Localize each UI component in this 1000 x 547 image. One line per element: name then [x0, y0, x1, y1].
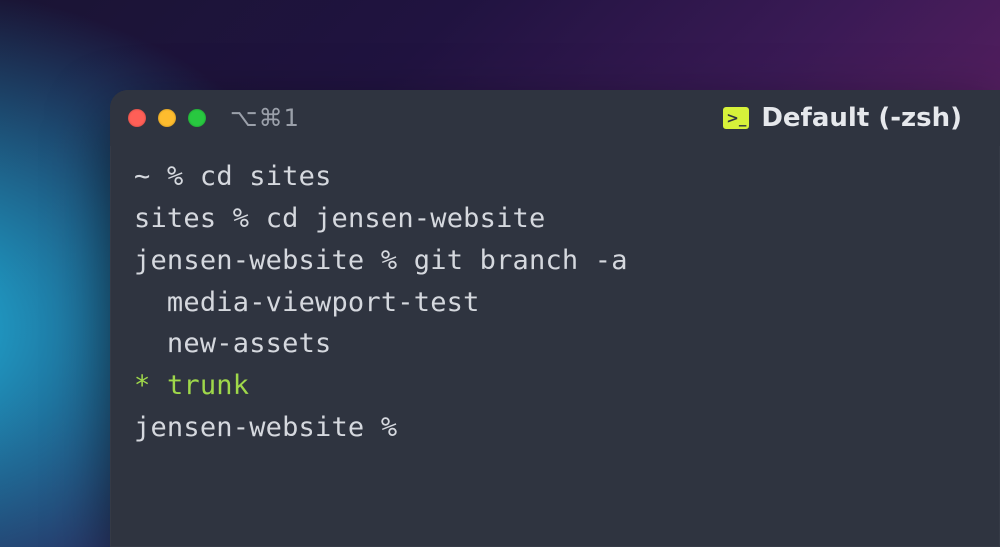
prompt-cwd: sites	[134, 203, 216, 234]
command-text: git branch -a	[414, 245, 628, 276]
terminal-profile-indicator[interactable]: >_ Default (-zsh)	[723, 103, 982, 133]
prompt-line: jensen-website % git branch -a	[134, 240, 976, 282]
minimize-button[interactable]	[158, 109, 176, 127]
prompt-line: sites % cd jensen-website	[134, 198, 976, 240]
current-branch-name: trunk	[167, 370, 249, 401]
close-button[interactable]	[128, 109, 146, 127]
prompt-cwd: jensen-website	[134, 245, 364, 276]
prompt-symbol: %	[381, 245, 397, 276]
prompt-line: ~ % cd sites	[134, 156, 976, 198]
prompt-cwd: jensen-website	[134, 412, 364, 443]
prompt-symbol: %	[233, 203, 249, 234]
branch-line: new-assets	[134, 323, 976, 365]
branch-name: new-assets	[167, 328, 332, 359]
command-text: cd sites	[200, 161, 332, 192]
current-branch-marker: *	[134, 370, 150, 401]
tab-shortcut-label: ⌥⌘1	[230, 104, 300, 132]
current-branch-line: * trunk	[134, 365, 976, 407]
window-titlebar[interactable]: ⌥⌘1 >_ Default (-zsh)	[110, 90, 1000, 146]
terminal-window[interactable]: ⌥⌘1 >_ Default (-zsh) ~ % cd sites sites…	[110, 90, 1000, 547]
profile-label: Default (-zsh)	[761, 103, 962, 133]
desktop-background: ⌥⌘1 >_ Default (-zsh) ~ % cd sites sites…	[0, 0, 1000, 547]
prompt-cwd: ~	[134, 161, 150, 192]
terminal-icon: >_	[723, 107, 749, 129]
prompt-symbol: %	[167, 161, 183, 192]
zoom-button[interactable]	[188, 109, 206, 127]
prompt-line: jensen-website %	[134, 407, 976, 449]
terminal-output[interactable]: ~ % cd sites sites % cd jensen-website j…	[110, 146, 1000, 473]
branch-line: media-viewport-test	[134, 282, 976, 324]
window-controls	[128, 109, 206, 127]
prompt-symbol: %	[381, 412, 397, 443]
command-text: cd jensen-website	[266, 203, 546, 234]
branch-name: media-viewport-test	[167, 287, 480, 318]
